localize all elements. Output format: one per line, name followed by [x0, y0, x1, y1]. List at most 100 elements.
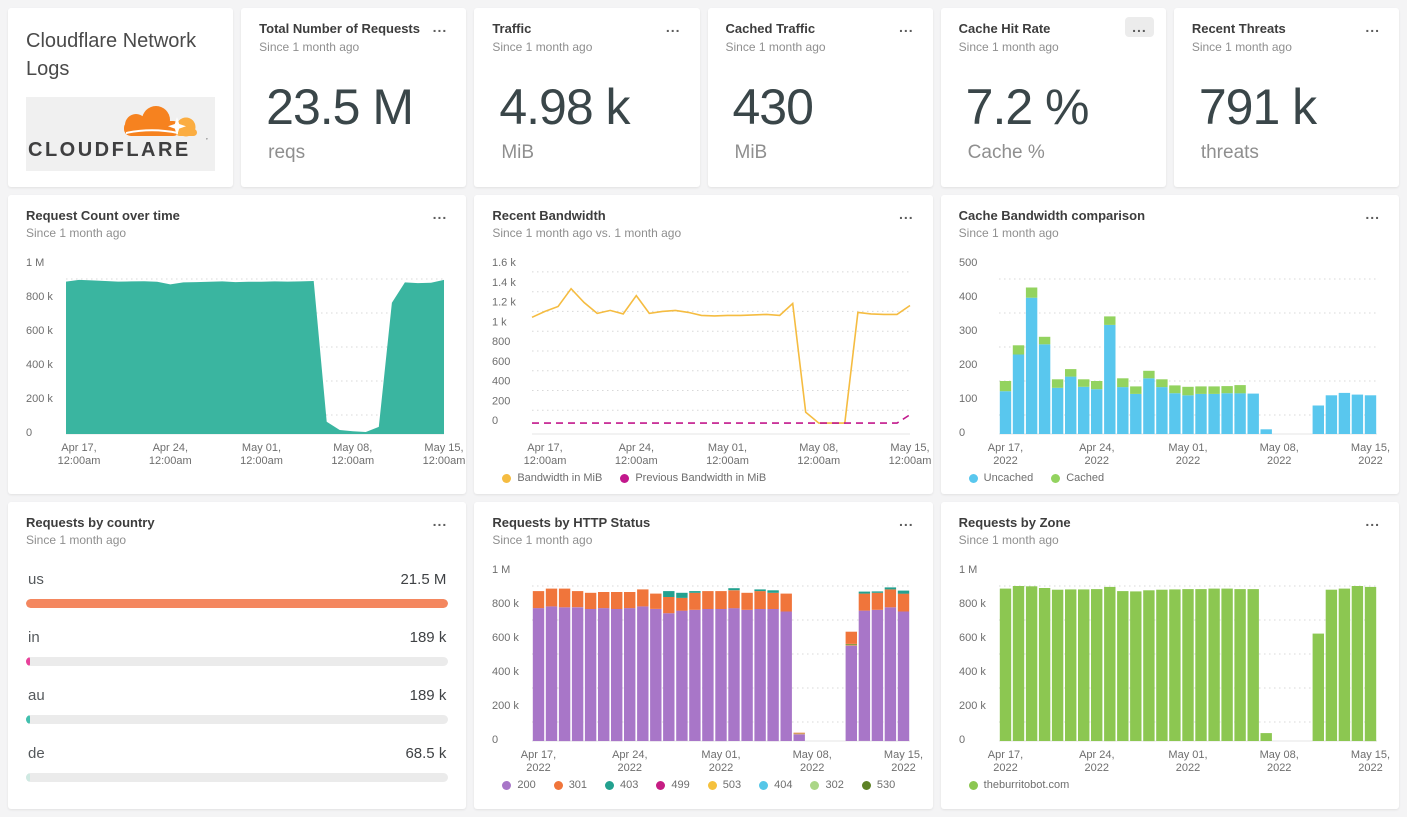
country-bar-track[interactable]	[26, 599, 449, 608]
legend-label: Bandwidth in MiB	[517, 472, 603, 484]
legend-item[interactable]: 503	[707, 779, 742, 791]
svg-text:200: 200	[959, 359, 977, 371]
panel-menu-button[interactable]: ...	[659, 17, 688, 37]
cache-bandwidth-bar-chart[interactable]: 500 400 300 200 100 0 Apr 17, 2022 Apr 24, 2022 Ma…	[959, 252, 1390, 468]
charts-row-2: ... Requests by country Since 1 month ag…	[8, 502, 1399, 809]
legend-item[interactable]: Cached	[1051, 472, 1104, 484]
legend-dot-icon	[810, 780, 820, 790]
svg-text:Apr 24,: Apr 24,	[153, 442, 188, 454]
panel-title: Requests by Zone	[958, 515, 1071, 530]
legend-item[interactable]: 499	[656, 779, 690, 791]
panel-menu-button[interactable]: ...	[892, 511, 921, 531]
panel-menu-button[interactable]: ...	[1125, 17, 1154, 37]
panel-menu-button[interactable]: ...	[892, 17, 921, 37]
svg-text:Apr 24,: Apr 24,	[612, 749, 647, 761]
svg-text:12:00am: 12:00am	[798, 455, 841, 467]
svg-text:200 k: 200 k	[959, 700, 986, 712]
panel-requests-by-http-status: ... Requests by HTTP Status Since 1 mont…	[474, 502, 933, 809]
panel-menu-button[interactable]: ...	[892, 204, 921, 224]
legend-label: 301	[568, 779, 588, 791]
country-row: in 189 k	[26, 629, 449, 666]
svg-text:12:00am: 12:00am	[524, 455, 567, 467]
svg-text:1.6 k: 1.6 k	[492, 257, 516, 269]
country-bar-fill	[26, 773, 30, 782]
bandwidth-line-chart[interactable]: 1.6 k 1.4 k 1.2 k1 k 800 600 400 200 0 Apr 17, 12…	[492, 252, 931, 468]
svg-text:2022: 2022	[1267, 762, 1291, 774]
country-bar-track[interactable]	[26, 773, 449, 782]
panel-menu-button[interactable]: ...	[426, 17, 455, 37]
legend-item[interactable]: 530	[861, 779, 895, 791]
country-bar-fill	[26, 599, 449, 608]
panel-menu-button[interactable]: ...	[426, 511, 455, 531]
svg-text:May 01,: May 01,	[1168, 442, 1207, 454]
metric-title: Recent Threats	[1191, 21, 1286, 36]
zone-bar-chart[interactable]: 1 M 800 k 600 k 400 k 200 k 0 Apr 17, 2022 Apr 2…	[959, 559, 1390, 775]
legend-dot-icon	[605, 780, 615, 790]
legend-label: 503	[722, 779, 742, 791]
http-status-stacked-bar-chart[interactable]: 1 M 800 k 600 k 400 k 200 k 0 Apr 17, 2022 Apr 2…	[492, 559, 923, 775]
panel-menu-button[interactable]: ...	[1358, 511, 1387, 531]
metric-card-cached-traffic: ... Cached Traffic Since 1 month ago 430…	[707, 8, 933, 187]
svg-text:May 08,: May 08,	[1259, 442, 1298, 454]
svg-text:800 k: 800 k	[959, 598, 986, 610]
legend-item[interactable]: 404	[759, 779, 792, 791]
metrics-row: Cloudflare Network Logs CLOUDFLARE ’ ...…	[8, 8, 1399, 187]
metric-unit: MiB	[734, 142, 768, 164]
svg-text:1 k: 1 k	[492, 316, 507, 328]
legend-item[interactable]: Bandwidth in MiB	[502, 472, 602, 484]
svg-text:0: 0	[492, 734, 498, 746]
country-row: de 68.5 k	[26, 745, 449, 782]
svg-text:400 k: 400 k	[959, 666, 986, 678]
legend-item[interactable]: Previous Bandwidth in MiB	[620, 472, 766, 484]
legend-item[interactable]: theburritobot.com	[968, 779, 1069, 791]
country-value: 68.5 k	[405, 745, 447, 762]
legend-dot-icon	[861, 780, 871, 790]
svg-text:May 15,: May 15,	[424, 442, 463, 454]
svg-text:May 01,: May 01,	[242, 442, 281, 454]
panel-subtitle: Since 1 month ago	[958, 226, 1059, 240]
svg-text:1 M: 1 M	[26, 257, 44, 269]
svg-text:2022: 2022	[527, 762, 551, 774]
svg-text:May 08,: May 08,	[1259, 749, 1298, 761]
legend-label: Previous Bandwidth in MiB	[635, 472, 767, 484]
legend-item[interactable]: 302	[810, 779, 844, 791]
charts-row-1: ... Request Count over time Since 1 mont…	[8, 195, 1399, 494]
svg-text:12:00am: 12:00am	[423, 455, 466, 467]
legend-item[interactable]: 200	[502, 779, 536, 791]
legend-dot-icon	[1051, 473, 1061, 483]
cache-bandwidth-legend: Uncached Cached	[968, 472, 1381, 484]
panel-subtitle: Since 1 month ago	[26, 533, 127, 547]
panel-menu-button[interactable]: ...	[426, 204, 455, 224]
svg-text:200: 200	[492, 395, 510, 407]
panel-title: Recent Bandwidth	[492, 208, 606, 223]
country-bar-track[interactable]	[26, 657, 449, 666]
legend-item[interactable]: Uncached	[968, 472, 1033, 484]
country-bar-track[interactable]	[26, 715, 449, 724]
metric-title: Cached Traffic	[725, 21, 816, 36]
request-count-area-chart[interactable]: 1 M 800 k 600 k 400 k 200 k 0 Apr 17, 12:00am Ap…	[26, 252, 465, 468]
country-label: au	[28, 687, 45, 704]
svg-text:500: 500	[959, 257, 977, 269]
panel-menu-button[interactable]: ...	[1358, 17, 1387, 37]
country-value: 21.5 M	[400, 571, 447, 588]
panel-menu-button[interactable]: ...	[1358, 204, 1387, 224]
svg-text:May 08,: May 08,	[800, 442, 839, 454]
panel-subtitle: Since 1 month ago vs. 1 month ago	[492, 226, 682, 240]
svg-text:800: 800	[492, 336, 510, 348]
metric-subtitle: Since 1 month ago	[492, 40, 593, 55]
panel-subtitle: Since 1 month ago	[492, 533, 593, 547]
dashboard-title: Cloudflare Network Logs	[26, 30, 197, 80]
metric-title: Total Number of Requests	[259, 21, 420, 36]
svg-text:600 k: 600 k	[26, 325, 53, 337]
legend-dot-icon	[759, 780, 769, 790]
svg-text:300: 300	[959, 325, 977, 337]
legend-item[interactable]: 403	[605, 779, 638, 791]
country-value: 189 k	[409, 687, 447, 704]
legend-item[interactable]: 301	[553, 779, 588, 791]
brand-card: Cloudflare Network Logs CLOUDFLARE ’	[8, 8, 234, 187]
country-bar-list[interactable]: us 21.5 M in 189 k au 189 k de 68.5 k	[26, 571, 449, 782]
svg-text:1 M: 1 M	[959, 564, 977, 576]
svg-text:800 k: 800 k	[26, 291, 53, 303]
metric-title: Traffic	[492, 21, 532, 36]
svg-text:Apr 17,: Apr 17,	[528, 442, 563, 454]
